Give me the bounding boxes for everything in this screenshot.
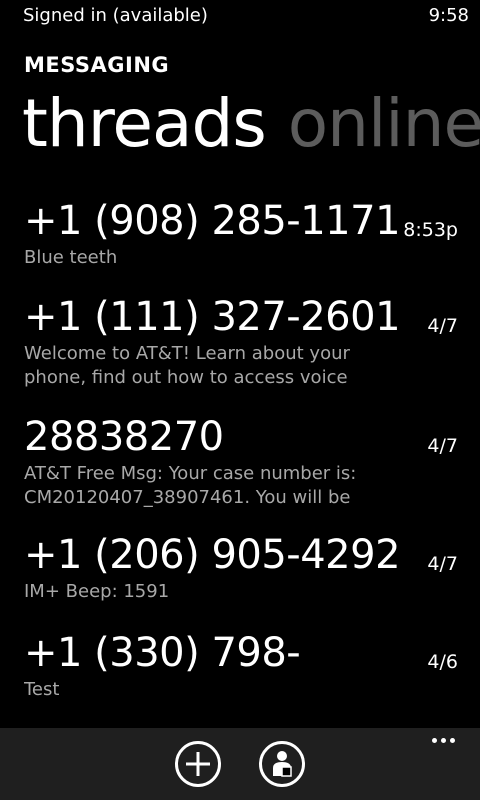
status-bar: Signed in (available) 9:58 — [0, 0, 480, 32]
thread-item[interactable]: 28838270 4/7 AT&T Free Msg: Your case nu… — [0, 412, 480, 530]
thread-preview: AT&T Free Msg: Your case number is: — [24, 463, 357, 484]
thread-title: +1 (111) 327-2601 — [24, 294, 401, 340]
presence-status: Signed in (available) — [23, 5, 208, 26]
thread-preview: Welcome to AT&T! Learn about your — [24, 343, 350, 364]
new-message-button[interactable] — [175, 741, 221, 787]
contacts-button[interactable] — [259, 741, 305, 787]
thread-preview: CM20120407_38907461. You will be — [24, 487, 351, 508]
thread-time: 4/6 — [427, 651, 458, 673]
thread-title: 28838270 — [24, 414, 224, 460]
thread-preview: IM+ Beep: 1591 — [24, 581, 170, 602]
status-clock: 9:58 — [428, 5, 469, 26]
thread-item[interactable]: +1 (206) 905-4292 4/7 IM+ Beep: 1591 — [0, 530, 480, 628]
pivot-header: threads online — [22, 84, 480, 166]
thread-item[interactable]: +1 (111) 327-2601 4/7 Welcome to AT&T! L… — [0, 292, 480, 412]
thread-list: +1 (908) 285-1171 8:53p Blue teeth +1 (1… — [0, 196, 480, 718]
contact-icon — [273, 751, 292, 777]
thread-preview: phone, find out how to access voice — [24, 367, 348, 388]
thread-time: 8:53p — [403, 219, 458, 241]
app-bar — [0, 728, 480, 800]
thread-title: +1 (330) 798- — [24, 630, 301, 676]
thread-preview: Blue teeth — [24, 247, 118, 268]
thread-time: 4/7 — [427, 553, 458, 575]
thread-time: 4/7 — [427, 435, 458, 457]
thread-item[interactable]: +1 (330) 798- 4/6 Test — [0, 628, 480, 718]
ellipsis-icon[interactable] — [432, 738, 456, 746]
thread-item[interactable]: +1 (908) 285-1171 8:53p Blue teeth — [0, 196, 480, 292]
pivot-online[interactable]: online — [288, 84, 480, 164]
thread-preview: Test — [24, 679, 60, 700]
pivot-threads[interactable]: threads — [22, 84, 267, 164]
add-icon — [186, 752, 210, 776]
app-title: MESSAGING — [24, 53, 170, 77]
thread-time: 4/7 — [427, 315, 458, 337]
thread-title: +1 (206) 905-4292 — [24, 532, 401, 578]
